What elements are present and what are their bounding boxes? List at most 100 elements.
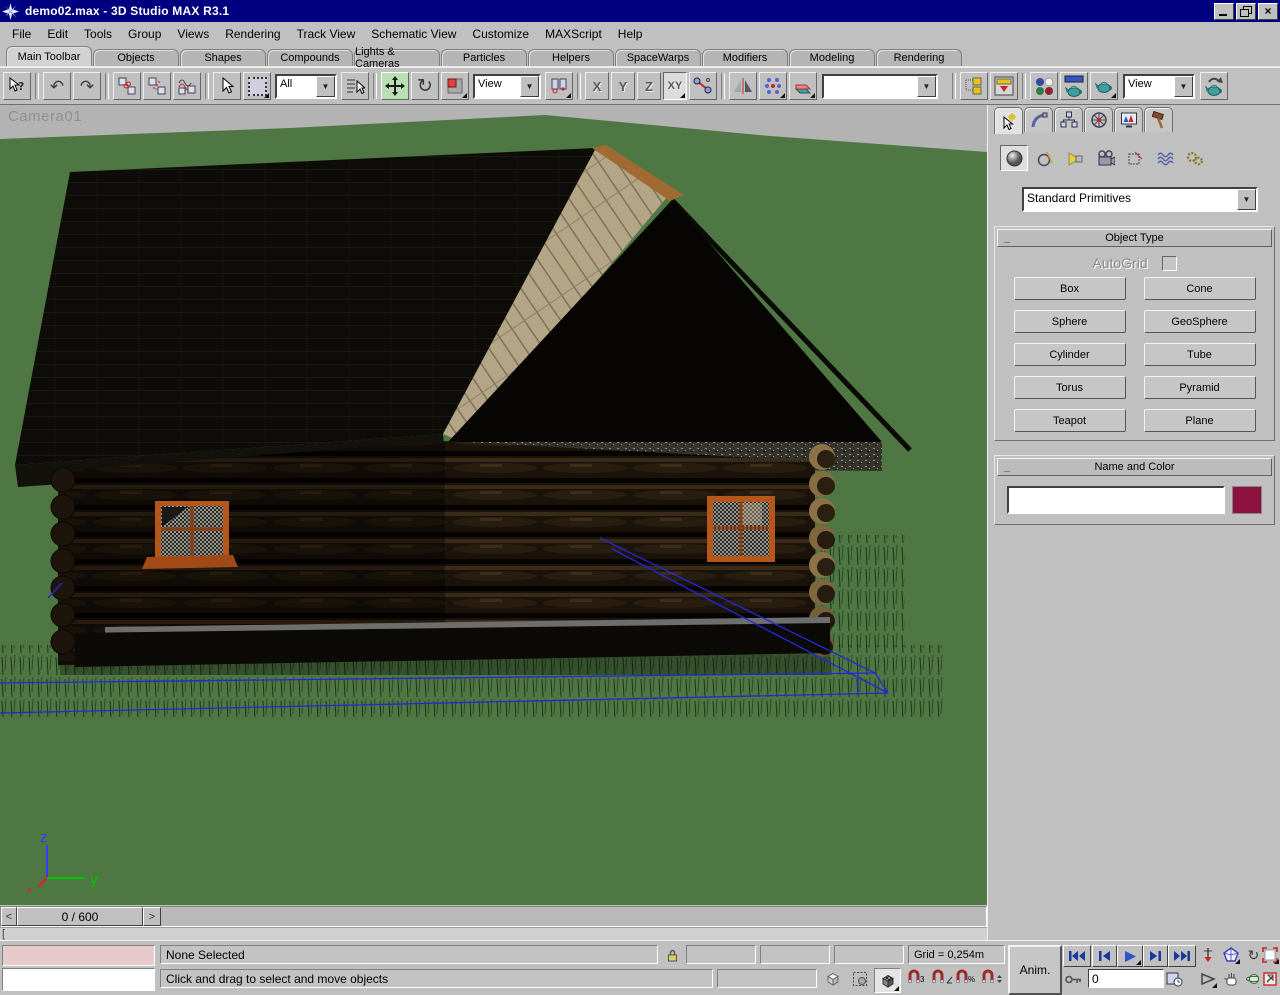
degradation-override-icon[interactable] [822, 969, 843, 989]
close-button[interactable]: × [1258, 3, 1278, 20]
redo-button[interactable]: ↷ [73, 72, 101, 100]
minimize-button[interactable] [1214, 3, 1234, 20]
spinner-snap-icon[interactable] [980, 969, 1003, 984]
tab-compounds[interactable]: Compounds [267, 49, 353, 66]
menu-views[interactable]: Views [169, 24, 217, 44]
quick-render-button[interactable] [1090, 72, 1118, 100]
previous-frame-icon[interactable] [1092, 945, 1117, 967]
restrict-x-button[interactable]: X [585, 72, 609, 100]
utilities-panel-tab[interactable] [1144, 107, 1173, 132]
helpers-category-button[interactable] [1122, 146, 1148, 170]
cabin-window-right[interactable] [707, 496, 775, 562]
select-and-link-button[interactable] [113, 72, 141, 100]
min-max-toggle-icon[interactable] [1259, 969, 1280, 989]
region-select-button[interactable] [243, 72, 271, 100]
snap-toggle-3d-icon[interactable] [874, 968, 901, 993]
box-button[interactable]: Box [1014, 277, 1126, 300]
selection-brackets-icon[interactable] [849, 969, 870, 989]
viewport-label[interactable]: Camera01 [8, 108, 82, 125]
dolly-camera-icon[interactable] [1197, 945, 1218, 965]
angle-snap-icon[interactable] [930, 969, 953, 984]
dropdown-arrow-icon[interactable]: ▼ [316, 76, 335, 97]
lights-category-button[interactable] [1062, 146, 1088, 170]
object-type-rollout-header[interactable]: _ Object Type [997, 229, 1272, 247]
menu-file[interactable]: File [4, 24, 39, 44]
hierarchy-panel-tab[interactable] [1054, 107, 1083, 132]
tab-objects[interactable]: Objects [93, 49, 179, 66]
menu-edit[interactable]: Edit [39, 24, 76, 44]
help-mode-button[interactable]: ? [3, 72, 31, 100]
restore-button[interactable] [1236, 3, 1256, 20]
tab-rendering[interactable]: Rendering [876, 49, 962, 66]
create-panel-tab[interactable] [994, 107, 1023, 134]
shapes-category-button[interactable] [1032, 146, 1058, 170]
primitives-category-select[interactable]: Standard Primitives ▼ [1022, 187, 1258, 212]
select-and-scale-button[interactable] [441, 72, 469, 100]
undo-button[interactable]: ↶ [43, 72, 71, 100]
selection-filter-select[interactable]: All▼ [275, 74, 337, 99]
render-scene-button[interactable] [1060, 72, 1088, 100]
spacewarps-category-button[interactable] [1152, 146, 1178, 170]
menu-rendering[interactable]: Rendering [217, 24, 288, 44]
time-configuration-icon[interactable] [1164, 969, 1185, 989]
unlink-button[interactable] [143, 72, 171, 100]
dropdown-arrow-icon[interactable]: ▼ [1237, 189, 1256, 210]
pan-hand-icon[interactable] [1220, 969, 1241, 989]
menu-track-view[interactable]: Track View [289, 24, 364, 44]
material-editor-button[interactable] [1030, 72, 1058, 100]
go-to-start-icon[interactable] [1063, 945, 1091, 967]
maxscript-listener-box[interactable] [2, 968, 155, 991]
menu-group[interactable]: Group [120, 24, 169, 44]
object-color-swatch[interactable] [1232, 486, 1262, 514]
dropdown-arrow-icon[interactable]: ▼ [917, 76, 936, 97]
track-bar[interactable]: [ [0, 927, 987, 940]
align-button[interactable] [789, 72, 817, 100]
mirror-button[interactable] [729, 72, 757, 100]
schematic-view-button[interactable] [990, 72, 1018, 100]
previous-frame-arrow[interactable]: < [1, 907, 17, 926]
tab-helpers[interactable]: Helpers [528, 49, 614, 66]
restrict-z-button[interactable]: Z [637, 72, 661, 100]
play-animation-icon[interactable] [1117, 945, 1143, 967]
tab-particles[interactable]: Particles [441, 49, 527, 66]
dropdown-arrow-icon[interactable]: ▼ [520, 76, 539, 97]
set-key-icon[interactable] [1063, 969, 1084, 989]
snap-3d-icon[interactable]: 3 [906, 969, 924, 984]
tab-spacewarps[interactable]: SpaceWarps [615, 49, 701, 66]
menu-help[interactable]: Help [610, 24, 651, 44]
tab-lights-cameras[interactable]: Lights & Cameras [354, 49, 440, 66]
restrict-y-button[interactable]: Y [611, 72, 635, 100]
torus-button[interactable]: Torus [1014, 376, 1126, 399]
array-button[interactable] [759, 72, 787, 100]
display-panel-tab[interactable] [1114, 107, 1143, 132]
select-and-rotate-button[interactable]: ↻ [411, 72, 439, 100]
motion-panel-tab[interactable] [1084, 107, 1113, 132]
cabin-window-left[interactable] [142, 501, 238, 569]
menu-schematic-view[interactable]: Schematic View [363, 24, 464, 44]
teapot-button[interactable]: Teapot [1014, 409, 1126, 432]
plane-button[interactable]: Plane [1144, 409, 1256, 432]
geosphere-button[interactable]: GeoSphere [1144, 310, 1256, 333]
tube-button[interactable]: Tube [1144, 343, 1256, 366]
sphere-button[interactable]: Sphere [1014, 310, 1126, 333]
autogrid-checkbox[interactable] [1162, 256, 1177, 271]
tab-modifiers[interactable]: Modifiers [702, 49, 788, 66]
tab-modeling[interactable]: Modeling [789, 49, 875, 66]
camera-viewport[interactable]: z y x Camera01 [0, 105, 988, 905]
menu-tools[interactable]: Tools [76, 24, 120, 44]
macro-recorder-box[interactable] [2, 945, 155, 966]
dropdown-arrow-icon[interactable]: ▼ [1174, 76, 1193, 97]
tab-main-toolbar[interactable]: Main Toolbar [6, 46, 92, 66]
current-frame-input[interactable] [1088, 969, 1164, 988]
time-slider-thumb[interactable]: 0 / 600 [17, 907, 143, 926]
cameras-category-button[interactable] [1092, 146, 1118, 170]
cone-button[interactable]: Cone [1144, 277, 1256, 300]
restrict-xy-plane-button[interactable]: XY [663, 72, 687, 100]
select-and-move-button[interactable] [381, 72, 409, 100]
tab-shapes[interactable]: Shapes [180, 49, 266, 66]
next-frame-arrow[interactable]: > [143, 907, 161, 926]
perspective-icon[interactable] [1220, 945, 1241, 965]
selection-lock-icon[interactable] [662, 945, 683, 965]
coord-system-select[interactable]: View▼ [473, 74, 541, 99]
render-type-select[interactable]: View▼ [1123, 74, 1195, 99]
